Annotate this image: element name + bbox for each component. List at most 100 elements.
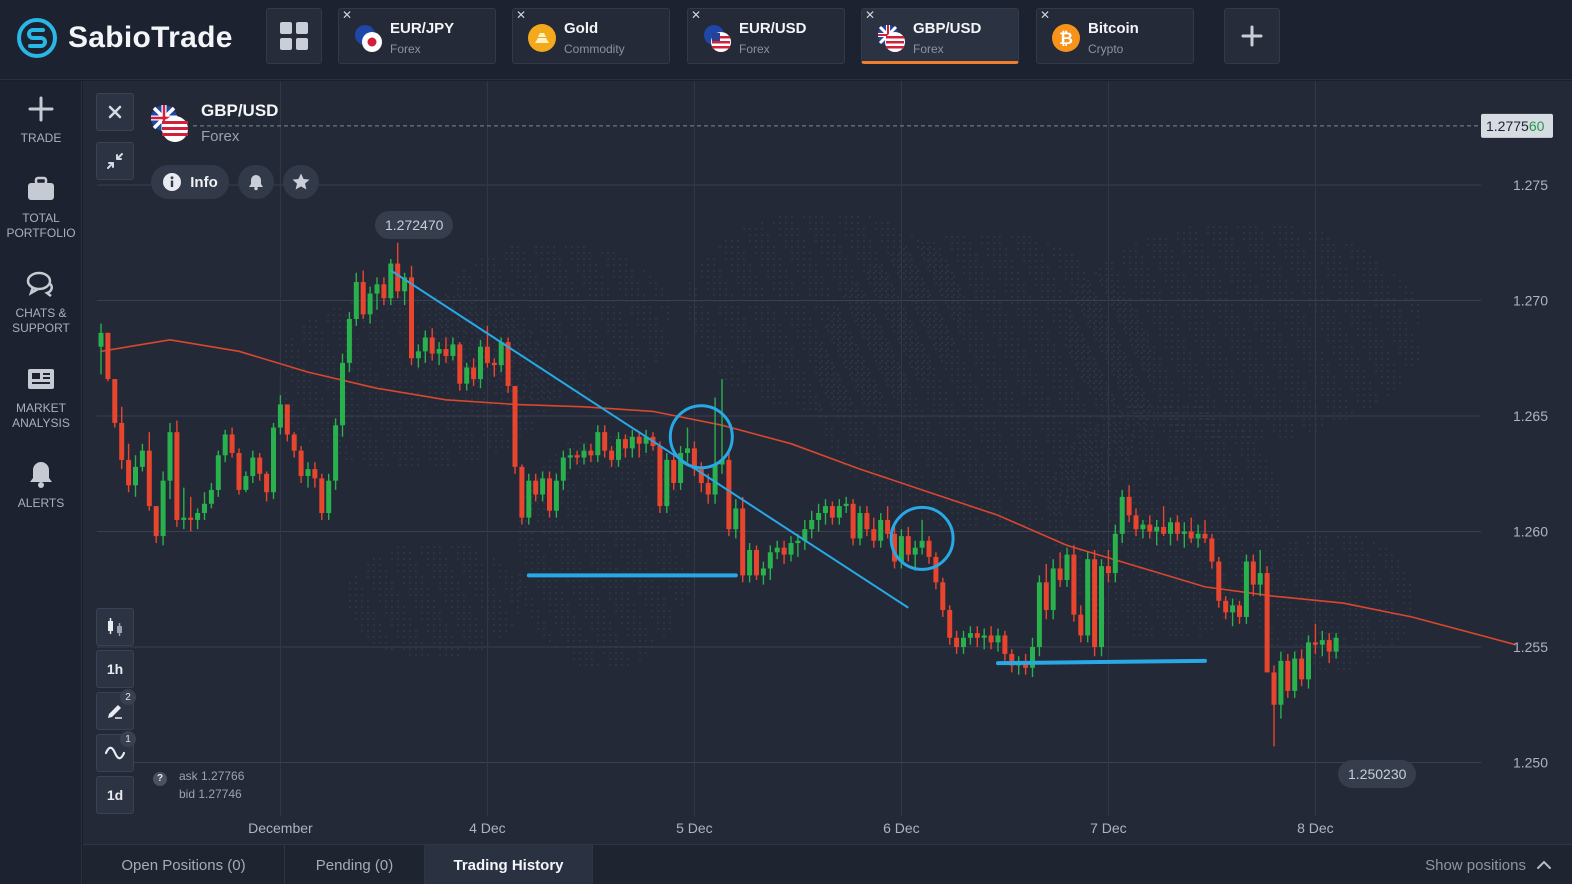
candle-body xyxy=(395,263,401,292)
candle-body xyxy=(1237,605,1242,617)
candle-body xyxy=(574,455,580,458)
candle-body xyxy=(284,404,290,435)
timeframe-button[interactable]: 1h xyxy=(96,650,134,688)
tab-category: Forex xyxy=(390,42,421,56)
candle-body xyxy=(981,635,987,638)
candle-body xyxy=(747,549,753,576)
tab-symbol: Bitcoin xyxy=(1088,20,1139,37)
candle-body xyxy=(98,332,104,347)
candle-body xyxy=(912,547,918,555)
candle-body xyxy=(664,459,670,507)
candle-body xyxy=(1188,531,1194,539)
chart-area[interactable]: 1.275 1.270 1.265 1.260 1.255 1.250 December 4 … xyxy=(83,81,1572,844)
newspaper-icon xyxy=(28,369,54,389)
positions-panel: Open Positions (0) Pending (0) Trading H… xyxy=(83,844,1572,884)
candle-body xyxy=(526,480,532,518)
sabiotrade-logo-icon xyxy=(17,18,57,58)
tab-eur-jpy[interactable]: ✕ EUR/JPY Forex xyxy=(338,8,496,64)
candle-body xyxy=(326,480,332,514)
gold-icon xyxy=(528,24,556,52)
close-icon[interactable]: ✕ xyxy=(865,8,875,22)
info-icon xyxy=(163,173,182,191)
y-axis-tick-label: 1.250 xyxy=(1513,755,1548,771)
tab-bitcoin[interactable]: ✕ ₿ Bitcoin Crypto xyxy=(1036,8,1194,64)
candle-body xyxy=(1064,554,1070,581)
candle-body xyxy=(795,540,801,544)
candle-body xyxy=(919,540,925,548)
sidebar-item-trade[interactable]: TRADE xyxy=(0,93,82,146)
tab-gbp-usd[interactable]: ✕ GBP/USD Forex xyxy=(861,8,1019,64)
favorite-button[interactable] xyxy=(283,165,319,199)
candle-body xyxy=(167,432,173,481)
candle-body xyxy=(1119,496,1125,534)
candle-body xyxy=(1278,660,1284,705)
candle-body xyxy=(657,446,663,507)
tab-open-positions[interactable]: Open Positions (0) xyxy=(83,845,285,884)
candle-body xyxy=(816,513,822,520)
tab-trading-history[interactable]: Trading History xyxy=(425,845,593,884)
candle-body xyxy=(933,556,939,583)
sidebar-item-chats-support[interactable]: CHATS & SUPPORT xyxy=(0,268,82,336)
indicator-wave-icon xyxy=(104,746,126,760)
ask-price: ask 1.27766 xyxy=(179,769,245,783)
candle-body xyxy=(622,439,628,449)
period-button[interactable]: 1d xyxy=(96,776,134,814)
candle-body xyxy=(1264,573,1270,673)
close-icon[interactable]: ✕ xyxy=(516,8,526,22)
candle-body xyxy=(616,439,621,460)
tab-eur-usd[interactable]: ✕ EUR/USD Forex xyxy=(687,8,845,64)
candle-body xyxy=(553,480,559,511)
candle-body xyxy=(1271,672,1277,705)
sidebar-item-market-analysis[interactable]: MARKET ANALYSIS xyxy=(0,363,82,431)
tab-gold[interactable]: ✕ Gold Commodity xyxy=(512,8,670,64)
candle-body xyxy=(1140,524,1146,530)
close-chart-button[interactable] xyxy=(96,93,134,131)
chart-type-button[interactable] xyxy=(96,608,134,646)
layout-grid-button[interactable] xyxy=(266,8,322,64)
candle-body xyxy=(705,482,711,495)
show-positions-toggle[interactable]: Show positions xyxy=(1425,845,1552,884)
candle-body xyxy=(588,450,594,456)
candle-body xyxy=(685,448,690,453)
close-icon[interactable]: ✕ xyxy=(342,8,352,22)
y-axis-tick-label: 1.255 xyxy=(1513,639,1548,655)
candle-body xyxy=(774,547,780,553)
candle-body xyxy=(988,635,994,643)
add-tab-button[interactable] xyxy=(1224,8,1280,64)
tab-category: Commodity xyxy=(564,42,625,56)
question-icon[interactable]: ? xyxy=(153,772,167,786)
tab-pending[interactable]: Pending (0) xyxy=(285,845,425,884)
candle-body xyxy=(1326,640,1332,652)
tab-symbol: EUR/JPY xyxy=(390,20,455,37)
show-positions-label: Show positions xyxy=(1425,856,1526,874)
sidebar-item-label: ALERTS xyxy=(17,496,65,510)
sidebar-item-label: CHATS & SUPPORT xyxy=(12,306,70,335)
price-alert-button[interactable] xyxy=(238,165,274,199)
candle-body xyxy=(312,469,318,479)
close-icon[interactable]: ✕ xyxy=(691,8,701,22)
candle-body xyxy=(1257,573,1263,585)
sidebar-item-total-portfolio[interactable]: TOTAL PORTFOLIO xyxy=(0,173,82,241)
candle-body xyxy=(1147,524,1153,532)
candle-body xyxy=(464,367,470,384)
y-axis-tick-label: 1.260 xyxy=(1513,524,1548,540)
candle-body xyxy=(305,469,311,477)
candle-body xyxy=(926,540,932,557)
minimize-chart-button[interactable] xyxy=(96,142,134,180)
candle-body xyxy=(1057,568,1063,581)
top-bar: SabioTrade ✕ EUR/JPY Forex ✕ Gold Commod… xyxy=(0,0,1572,80)
candle-body xyxy=(202,503,207,514)
candle-body xyxy=(540,478,546,495)
info-button[interactable]: Info xyxy=(151,165,229,199)
star-icon xyxy=(292,173,310,190)
tab-category: Crypto xyxy=(1088,42,1124,56)
app-logo[interactable]: SabioTrade xyxy=(16,16,233,60)
sidebar-item-alerts[interactable]: ALERTS xyxy=(0,458,82,511)
candle-body xyxy=(829,506,835,518)
close-icon[interactable]: ✕ xyxy=(1040,8,1050,22)
candle-body xyxy=(250,457,256,477)
candle-body xyxy=(298,450,304,477)
instrument-category: Forex xyxy=(201,128,240,145)
candle-body xyxy=(1216,561,1222,601)
minimize-icon xyxy=(107,153,123,169)
